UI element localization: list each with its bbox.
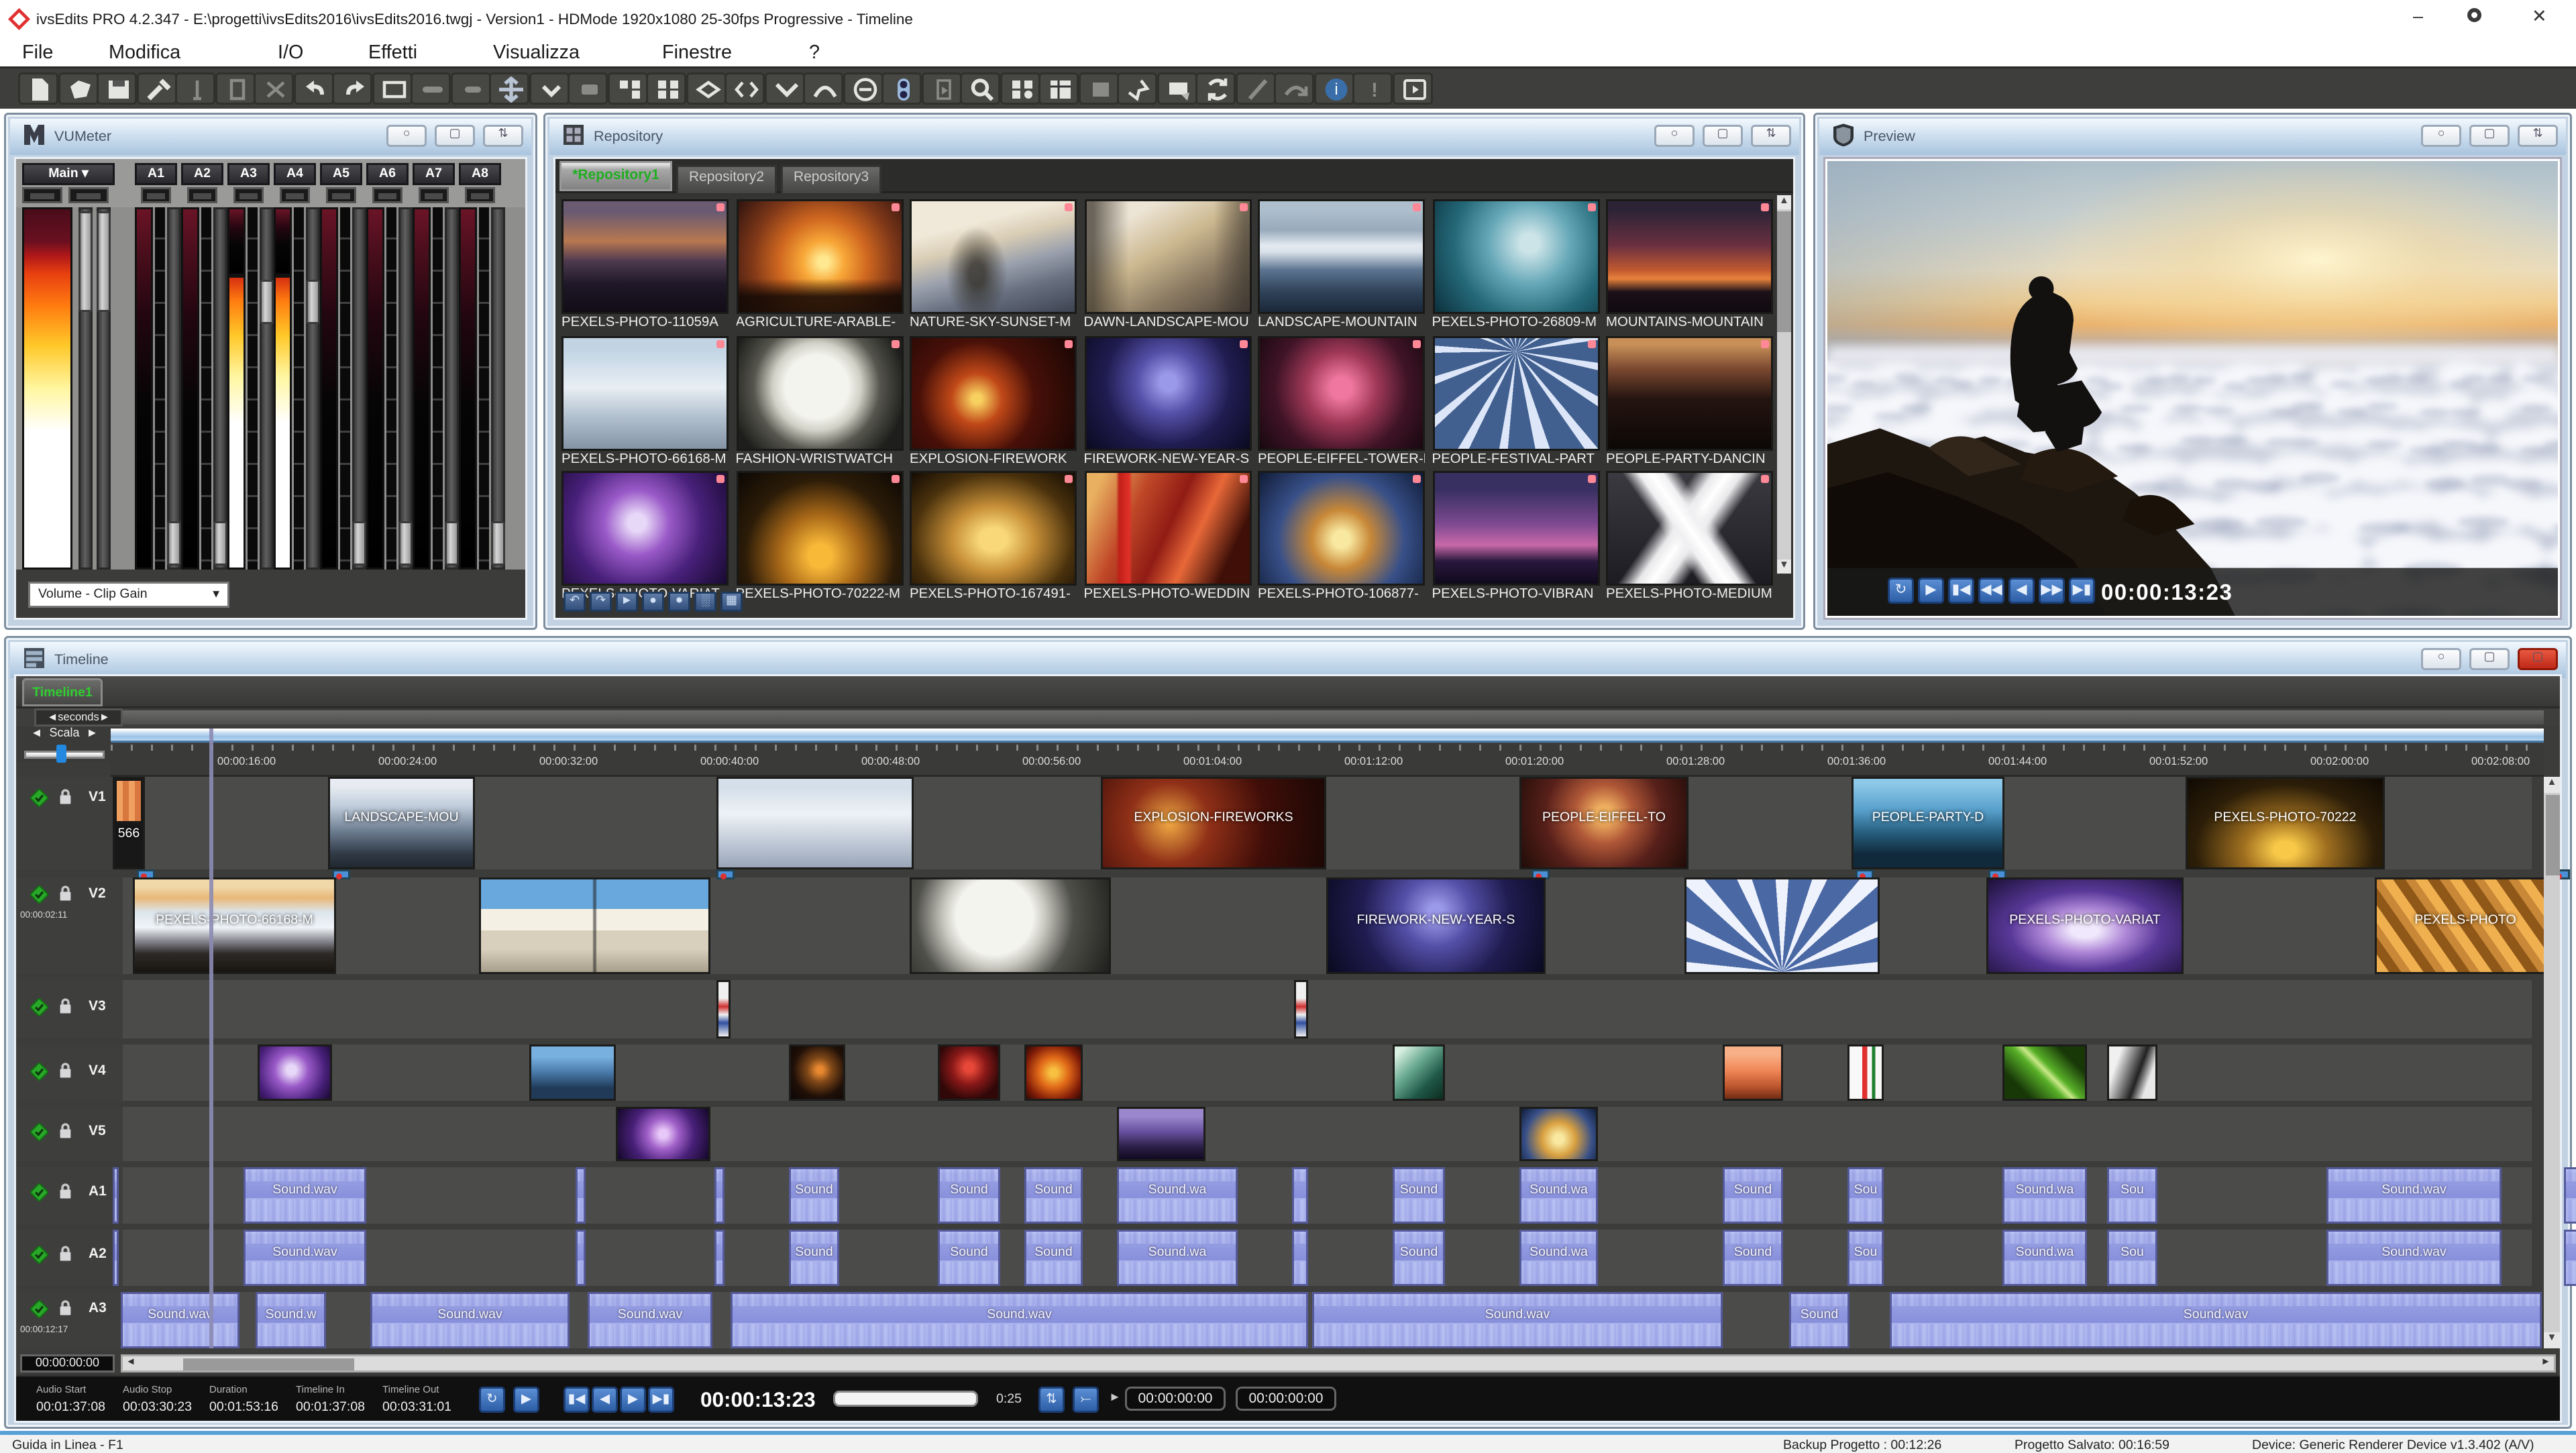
svg-text:i: i — [1334, 80, 1337, 99]
svg-text:!: ! — [1371, 79, 1378, 101]
